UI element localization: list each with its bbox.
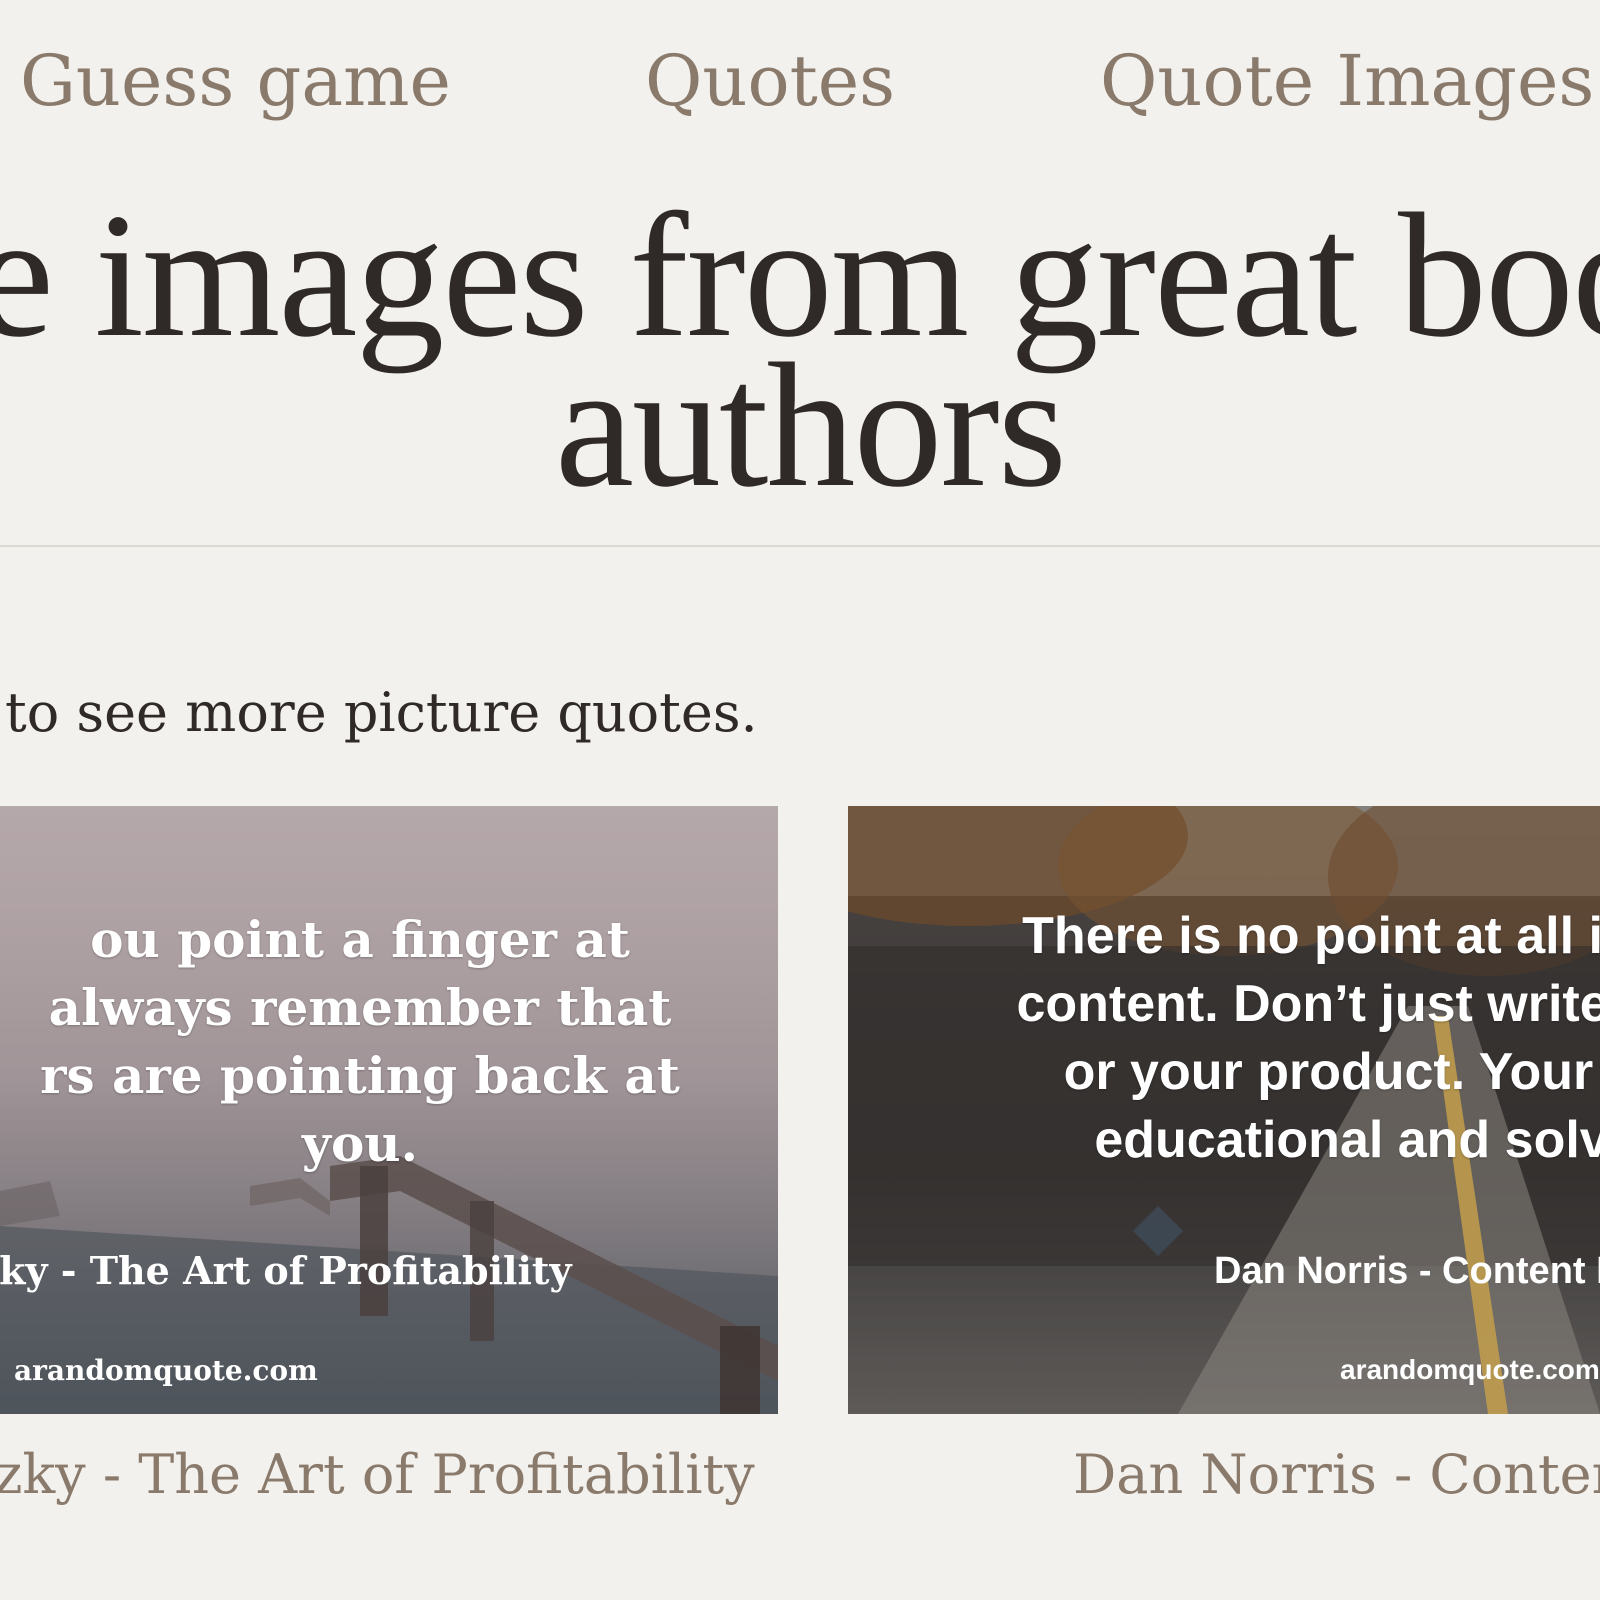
top-navigation: Guess game Quotes Quote Images — [0, 0, 1600, 160]
card-quote-text: There is no point at all in ge content. … — [1016, 907, 1600, 1169]
nav-link-guess-game[interactable]: Guess game — [20, 36, 451, 126]
quote-image-card[interactable]: ou point a finger at always remember tha… — [0, 806, 778, 1414]
card-quote-text: ou point a finger at always remember tha… — [40, 910, 680, 1173]
heading-divider — [0, 545, 1600, 547]
card-watermark: arandomquote.com — [14, 1354, 318, 1387]
nav-link-quotes[interactable]: Quotes — [645, 36, 895, 126]
card-caption-link[interactable]: Dan Norris - Conten — [1073, 1440, 1600, 1510]
card-attribution: Dan Norris - Content M — [1214, 1250, 1600, 1292]
page-title-line-2: authors — [554, 326, 1067, 520]
intro-text: to see more picture quotes. — [5, 681, 758, 744]
card-watermark: arandomquote.com — [1340, 1354, 1600, 1385]
nav-link-quote-images[interactable]: Quote Images — [1100, 36, 1594, 126]
page-title: e images from great book authors — [0, 190, 1600, 520]
card-attribution: tzky - The Art of Profitability — [0, 1248, 572, 1293]
quote-image-card[interactable]: There is no point at all in ge content. … — [848, 806, 1600, 1414]
card-caption-link[interactable]: zky - The Art of Profitability — [0, 1440, 755, 1510]
